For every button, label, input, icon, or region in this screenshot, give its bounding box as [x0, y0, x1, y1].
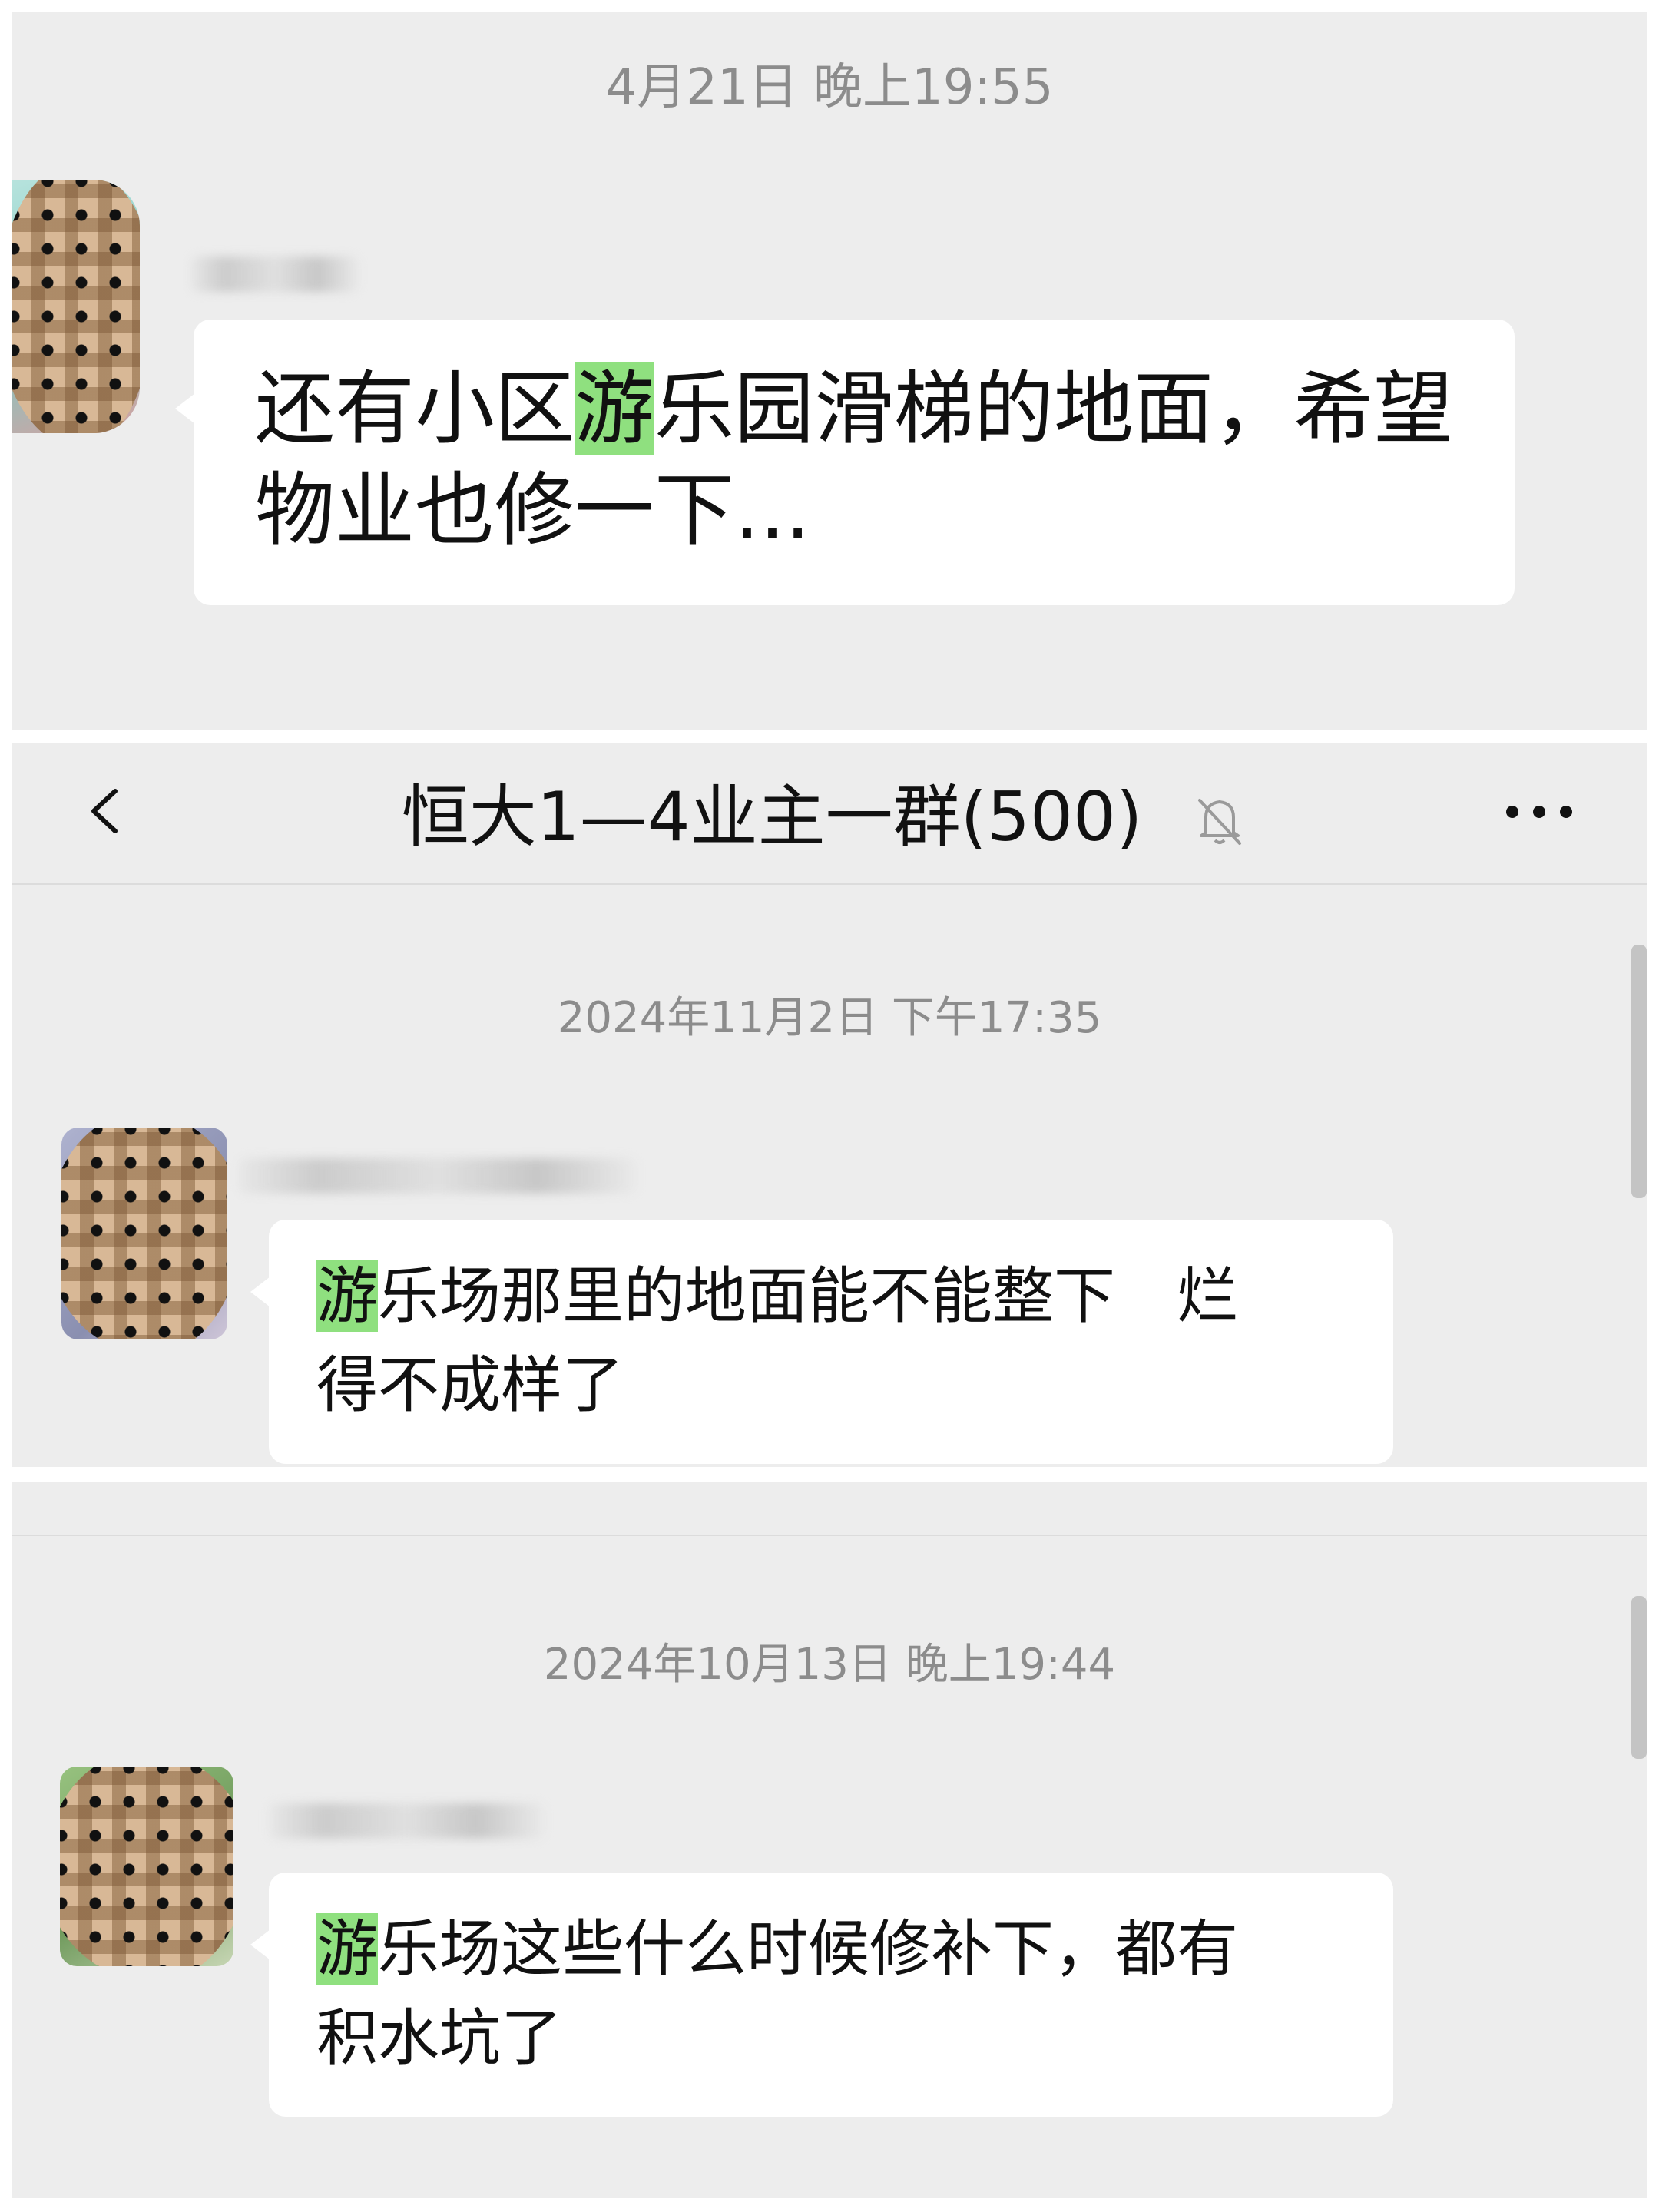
search-highlight: 游 [316, 1913, 378, 1985]
divider [12, 1535, 1647, 1536]
message-line: 得不成样了 [316, 1349, 624, 1421]
search-highlight: 游 [316, 1260, 378, 1332]
message-line: 积水坑了 [316, 2002, 562, 2074]
search-highlight: 游 [575, 362, 655, 455]
message-line: 还有小区游乐园滑梯的地面，希望 [255, 362, 1454, 455]
sender-avatar[interactable] [60, 1767, 233, 1966]
sender-avatar[interactable] [61, 1128, 227, 1339]
message-line: 游乐场那里的地面能不能整下 烂 [316, 1260, 1238, 1332]
chat-screenshot-1: 4月21日 晚上19:55 还有小区游乐园滑梯的地面，希望 物业也修一下... [12, 12, 1647, 730]
scrollbar[interactable] [1631, 945, 1647, 1198]
sender-name-redacted [269, 1803, 545, 1839]
chat-screenshot-3: 2024年10月13日 晚上19:44 游乐场这些什么时候修补下，都有 积水坑了 [12, 1482, 1647, 2198]
message-bubble[interactable]: 还有小区游乐园滑梯的地面，希望 物业也修一下... [175, 320, 1515, 605]
bell-muted-icon [1198, 799, 1241, 845]
sender-name-redacted [238, 1158, 637, 1194]
sender-name-redacted [190, 257, 359, 292]
chat-screenshot-2: 恒大1—4业主一群(500) 2024年11月2日 下午17:35 游乐场那里的… [12, 743, 1647, 1467]
message-timestamp: 4月21日 晚上19:55 [605, 59, 1054, 116]
message-line: 游乐场这些什么时候修补下，都有 [316, 1913, 1238, 1985]
message-timestamp: 2024年10月13日 晚上19:44 [543, 1640, 1116, 1690]
more-dots-icon[interactable] [1501, 800, 1578, 823]
chat-title-bar: 恒大1—4业主一群(500) [12, 743, 1647, 885]
message-bubble[interactable]: 游乐场这些什么时候修补下，都有 积水坑了 [250, 1873, 1393, 2117]
message-line: 物业也修一下... [255, 463, 811, 557]
message-timestamp: 2024年11月2日 下午17:35 [557, 993, 1102, 1043]
group-title: 恒大1—4业主一群(500) [401, 777, 1143, 856]
sender-avatar[interactable] [12, 180, 140, 433]
message-bubble[interactable]: 游乐场那里的地面能不能整下 烂 得不成样了 [250, 1220, 1393, 1464]
